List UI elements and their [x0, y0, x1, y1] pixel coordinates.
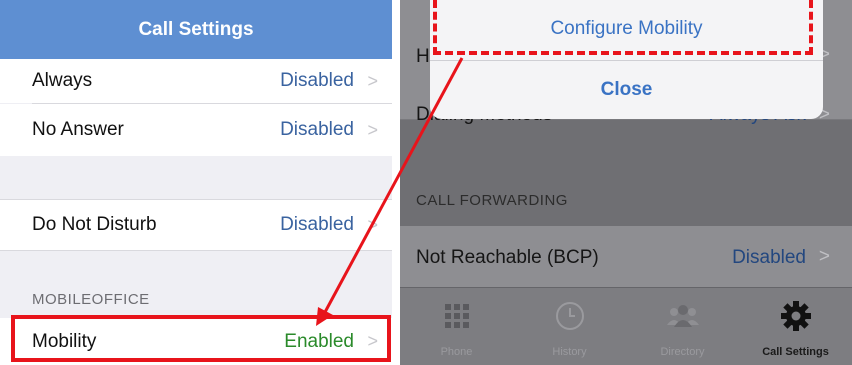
- annotation-arrow: [316, 57, 464, 326]
